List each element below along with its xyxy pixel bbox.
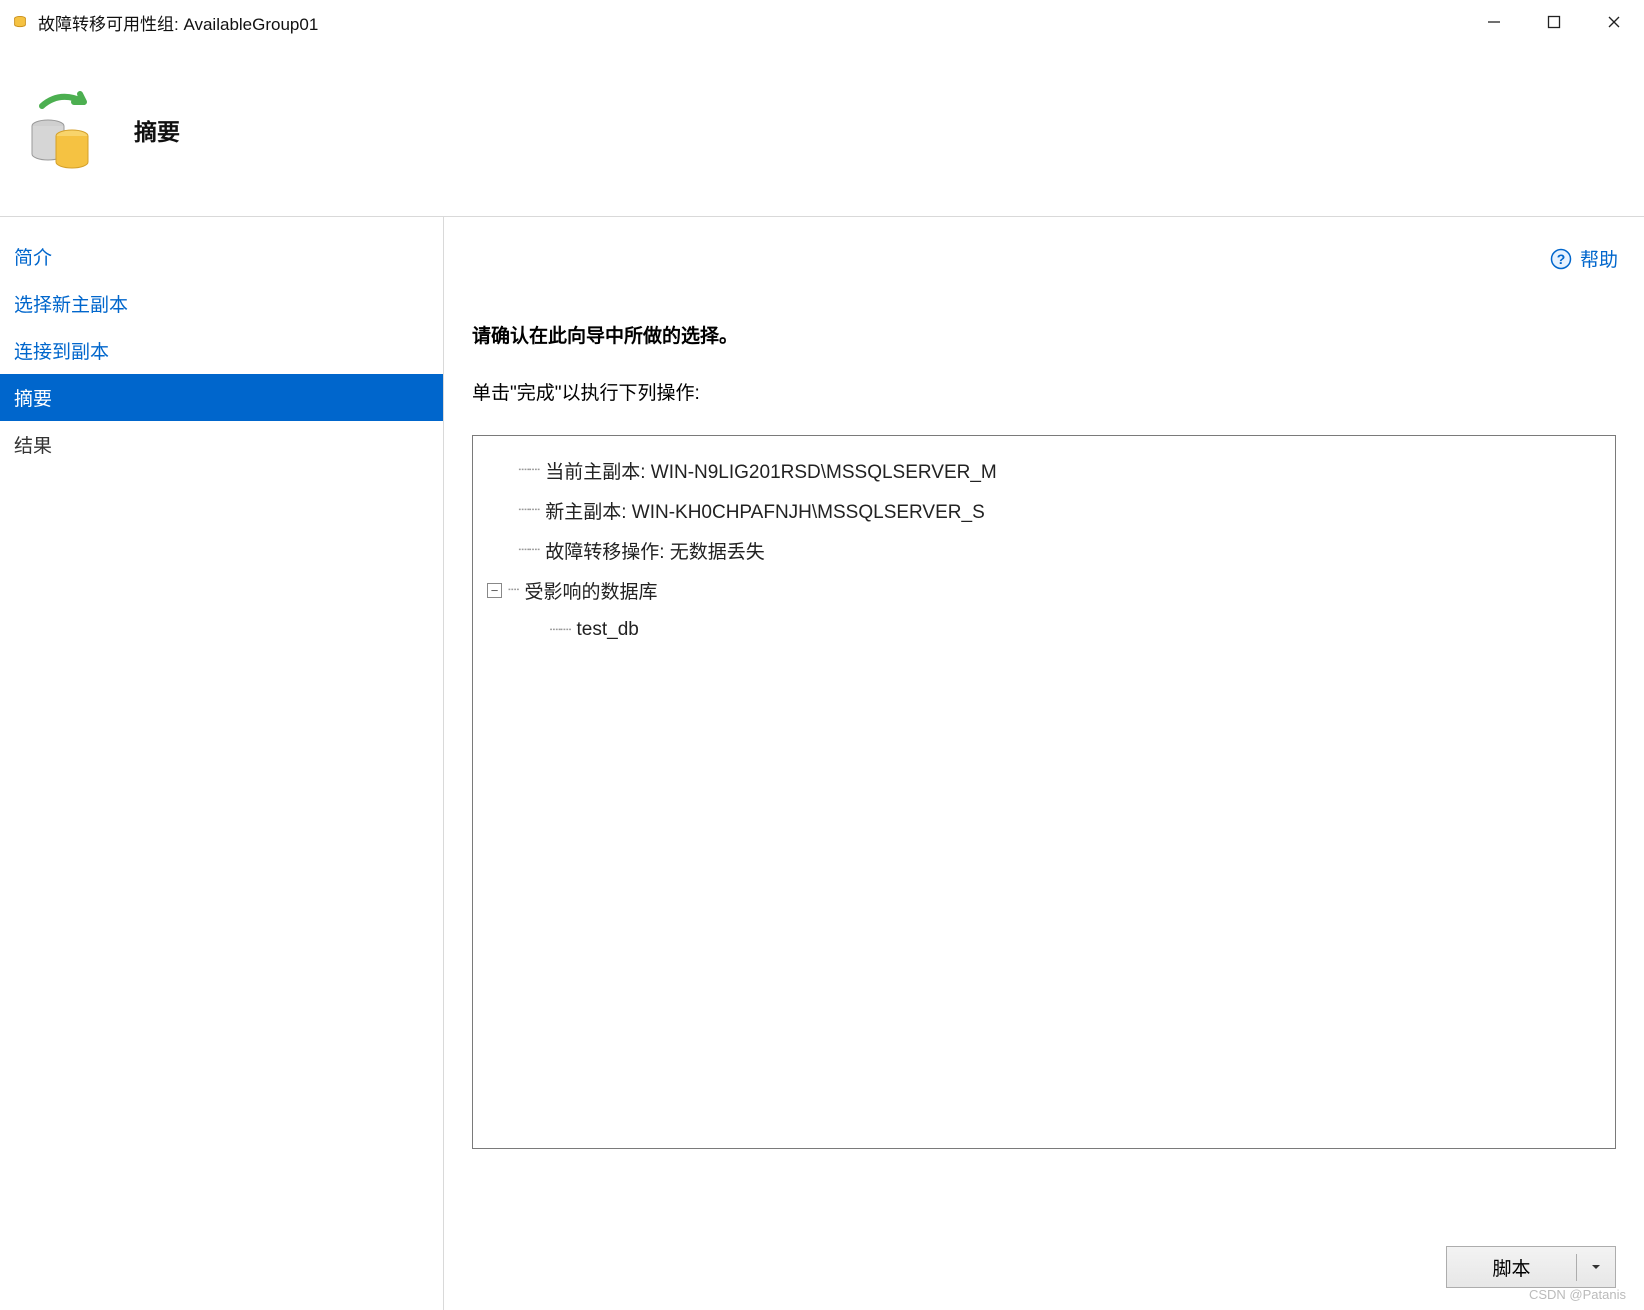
watermark: CSDN @Patanis bbox=[1529, 1287, 1626, 1302]
script-dropdown-button[interactable] bbox=[1577, 1261, 1615, 1273]
summary-tree: ┈┈ 当前主副本: WIN-N9LIG201RSD\MSSQLSERVER_M … bbox=[472, 435, 1616, 1149]
titlebar: 故障转移可用性组: AvailableGroup01 bbox=[0, 0, 1644, 44]
tree-row-affected-db: − ┈ 受影响的数据库 bbox=[487, 570, 1601, 610]
tree-row-new-primary: ┈┈ 新主副本: WIN-KH0CHPAFNJH\MSSQLSERVER_S bbox=[487, 490, 1601, 530]
help-link[interactable]: ? 帮助 bbox=[1550, 245, 1618, 272]
tree-label: 当前主副本: WIN-N9LIG201RSD\MSSQLSERVER_M bbox=[545, 457, 997, 484]
tree-connector-icon: ┈┈ bbox=[487, 619, 571, 641]
sidebar-item-results: 结果 bbox=[0, 421, 443, 468]
tree-row-failover-op: ┈┈ 故障转移操作: 无数据丢失 bbox=[487, 530, 1601, 570]
script-split-button[interactable]: 脚本 bbox=[1446, 1246, 1616, 1288]
tree-label: 受影响的数据库 bbox=[524, 577, 657, 604]
page-title: 摘要 bbox=[134, 113, 180, 147]
minimize-button[interactable] bbox=[1464, 2, 1524, 42]
tree-label: 新主副本: WIN-KH0CHPAFNJH\MSSQLSERVER_S bbox=[545, 497, 985, 524]
content-area: ? 帮助 请确认在此向导中所做的选择。 单击"完成"以执行下列操作: ┈┈ 当前… bbox=[444, 217, 1644, 1310]
svg-text:?: ? bbox=[1557, 251, 1566, 267]
wizard-sidebar: 简介 选择新主副本 连接到副本 摘要 结果 bbox=[0, 217, 444, 1310]
help-label: 帮助 bbox=[1580, 245, 1618, 272]
bottom-buttons: 脚本 bbox=[1446, 1246, 1616, 1288]
tree-connector-icon: ┈ bbox=[508, 579, 518, 601]
instruction-click-finish: 单击"完成"以执行下列操作: bbox=[472, 378, 1616, 405]
tree-row-db-item: ┈┈ test_db bbox=[487, 610, 1601, 650]
tree-label: test_db bbox=[577, 619, 639, 641]
page-header: 摘要 bbox=[0, 44, 1644, 216]
sidebar-item-intro[interactable]: 简介 bbox=[0, 233, 443, 280]
maximize-button[interactable] bbox=[1524, 2, 1584, 42]
sidebar-item-summary[interactable]: 摘要 bbox=[0, 374, 443, 421]
help-icon: ? bbox=[1550, 248, 1572, 270]
tree-label: 故障转移操作: 无数据丢失 bbox=[545, 537, 765, 564]
sidebar-item-select-new-primary[interactable]: 选择新主副本 bbox=[0, 280, 443, 327]
close-button[interactable] bbox=[1584, 2, 1644, 42]
instruction-confirm: 请确认在此向导中所做的选择。 bbox=[472, 321, 1616, 348]
script-button-label[interactable]: 脚本 bbox=[1447, 1254, 1577, 1281]
tree-collapse-icon[interactable]: − bbox=[487, 583, 502, 598]
window-title: 故障转移可用性组: AvailableGroup01 bbox=[38, 10, 318, 35]
tree-row-current-primary: ┈┈ 当前主副本: WIN-N9LIG201RSD\MSSQLSERVER_M bbox=[487, 450, 1601, 490]
tree-connector-icon: ┈┈ bbox=[487, 459, 539, 481]
tree-connector-icon: ┈┈ bbox=[487, 539, 539, 561]
app-icon bbox=[10, 12, 30, 32]
tree-connector-icon: ┈┈ bbox=[487, 499, 539, 521]
wizard-icon bbox=[14, 84, 106, 176]
sidebar-item-connect-replica[interactable]: 连接到副本 bbox=[0, 327, 443, 374]
